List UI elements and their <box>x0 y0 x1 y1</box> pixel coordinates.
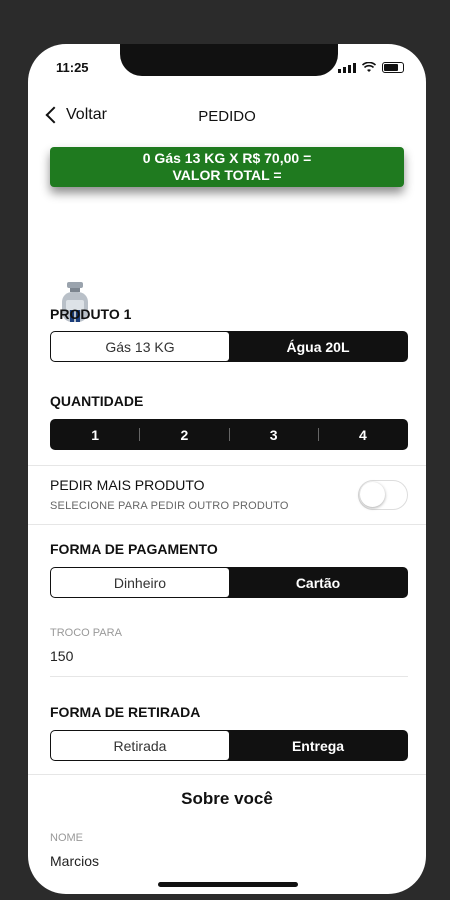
product-label: PRODUTO 1 <box>50 306 132 322</box>
total-line-2: VALOR TOTAL = <box>172 167 282 183</box>
payment-label: FORMA DE PAGAMENTO <box>50 541 218 557</box>
battery-icon <box>382 62 404 73</box>
pickup-option-pickup[interactable]: Retirada <box>51 731 229 760</box>
pickup-label: FORMA DE RETIRADA <box>50 704 201 720</box>
divider <box>28 774 426 775</box>
more-product-toggle[interactable] <box>358 480 408 510</box>
change-input[interactable]: 150 <box>50 648 73 664</box>
payment-option-card[interactable]: Cartão <box>229 568 407 597</box>
signal-icon <box>338 62 356 73</box>
quantity-label: QUANTIDADE <box>50 393 144 409</box>
payment-option-cash[interactable]: Dinheiro <box>51 568 229 597</box>
change-label: TROCO PARA <box>50 627 122 639</box>
quantity-option-1[interactable]: 1 <box>51 420 139 449</box>
divider <box>28 465 426 466</box>
notch <box>120 44 338 76</box>
phone-screen: 11:25 Voltar PEDIDO 0 Gás 13 KG X R$ 70,… <box>28 44 426 894</box>
page-title: PEDIDO <box>198 108 256 125</box>
status-time: 11:25 <box>56 60 89 75</box>
change-underline <box>50 676 408 677</box>
name-input[interactable]: Marcios <box>50 853 99 869</box>
quantity-option-2[interactable]: 2 <box>140 420 228 449</box>
quantity-option-3[interactable]: 3 <box>230 420 318 449</box>
quantity-option-4[interactable]: 4 <box>319 420 407 449</box>
more-product-title: PEDIR MAIS PRODUTO <box>50 477 205 493</box>
home-indicator <box>158 882 298 887</box>
product-option-water[interactable]: Água 20L <box>229 332 407 361</box>
payment-segmented-control: Dinheiro Cartão <box>50 567 408 598</box>
about-you-heading: Sobre você <box>181 789 273 808</box>
pickup-option-delivery[interactable]: Entrega <box>229 731 407 760</box>
pickup-segmented-control: Retirada Entrega <box>50 730 408 761</box>
product-segmented-control: Gás 13 KG Água 20L <box>50 331 408 362</box>
quantity-segmented-control: 1 2 3 4 <box>50 419 408 450</box>
total-line-1: 0 Gás 13 KG X R$ 70,00 = <box>142 150 312 166</box>
product-option-gas[interactable]: Gás 13 KG <box>51 332 229 361</box>
status-icons <box>338 62 404 73</box>
more-product-subtitle: SELECIONE PARA PEDIR OUTRO PRODUTO <box>50 500 289 512</box>
wifi-icon <box>362 62 376 72</box>
name-label: NOME <box>50 832 83 844</box>
toggle-knob <box>360 482 385 507</box>
nav-bar: Voltar PEDIDO <box>28 104 426 134</box>
order-total-banner: 0 Gás 13 KG X R$ 70,00 = VALOR TOTAL = <box>50 147 404 187</box>
divider <box>28 524 426 525</box>
